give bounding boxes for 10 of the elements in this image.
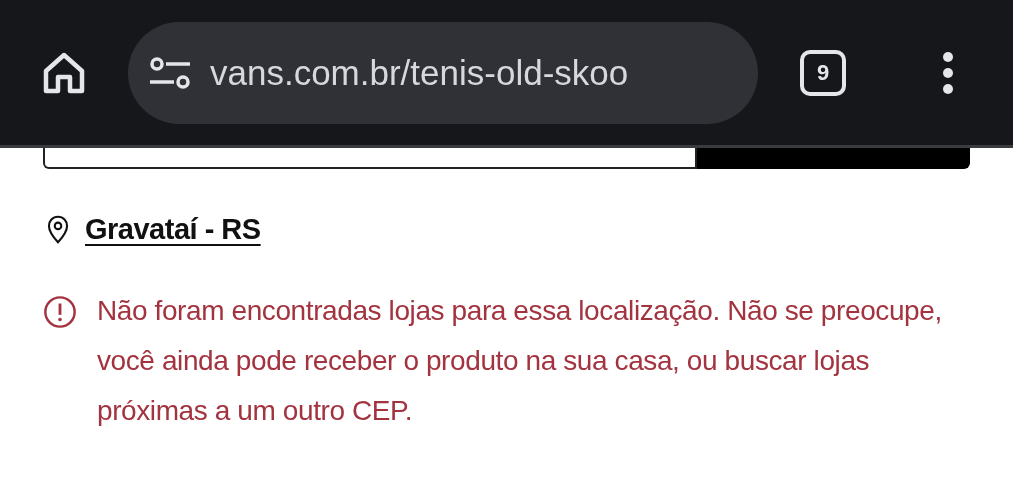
warning-icon <box>43 295 77 329</box>
alert-message: Não foram encontradas lojas para essa localização. Não se preocupe, você ainda pode receber o produto na sua casa, ou buscar lojas próximas a um outro CEP. <box>97 294 943 428</box>
site-settings-icon[interactable] <box>148 54 192 91</box>
input-field[interactable] <box>43 148 697 169</box>
menu-icon[interactable] <box>942 50 954 95</box>
url-text: vans.com.br/tenis-old-skoo <box>210 52 629 93</box>
tab-switcher-button[interactable]: 9 <box>800 49 846 96</box>
address-bar[interactable]: vans.com.br/tenis-old-skoo <box>128 21 758 124</box>
location-link[interactable]: Gravataí - RS <box>85 213 261 246</box>
location-pin-icon <box>47 215 69 244</box>
